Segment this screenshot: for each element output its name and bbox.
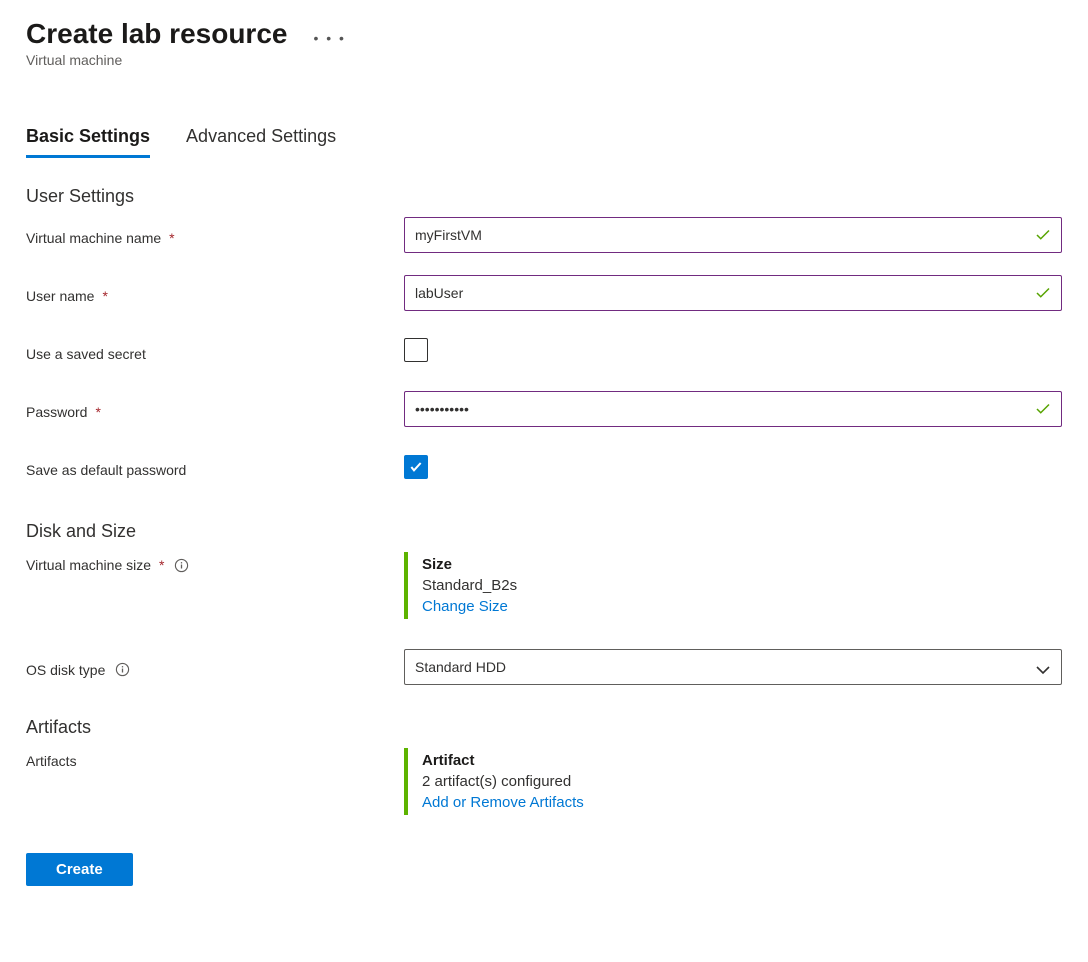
tabs: Basic Settings Advanced Settings	[26, 126, 1062, 158]
save-default-password-checkbox[interactable]	[404, 455, 428, 479]
os-disk-type-select[interactable]: Standard HDD	[404, 649, 1062, 685]
checkmark-icon	[1034, 400, 1052, 418]
vm-name-label: Virtual machine name*	[26, 225, 404, 246]
required-indicator: *	[169, 230, 174, 246]
checkmark-icon	[1034, 284, 1052, 302]
user-name-label: User name*	[26, 283, 404, 304]
more-button[interactable]: • • •	[313, 31, 345, 49]
tab-advanced-settings[interactable]: Advanced Settings	[186, 126, 336, 158]
info-icon[interactable]	[174, 558, 189, 573]
required-indicator: *	[102, 288, 107, 304]
required-indicator: *	[95, 404, 100, 420]
add-remove-artifacts-link[interactable]: Add or Remove Artifacts	[422, 794, 1062, 811]
vm-size-value: Standard_B2s	[422, 577, 1062, 594]
password-input[interactable]	[404, 391, 1062, 427]
page-subtitle: Virtual machine	[26, 52, 1062, 68]
artifacts-block: Artifact 2 artifact(s) configured Add or…	[404, 748, 1062, 815]
artifacts-label: Artifacts	[26, 748, 404, 769]
required-indicator: *	[159, 557, 164, 573]
change-size-link[interactable]: Change Size	[422, 598, 1062, 615]
password-label: Password*	[26, 399, 404, 420]
vm-size-label: Virtual machine size*	[26, 552, 404, 573]
saved-secret-label: Use a saved secret	[26, 341, 404, 362]
checkmark-icon	[1034, 226, 1052, 244]
user-name-input[interactable]	[404, 275, 1062, 311]
create-button[interactable]: Create	[26, 853, 133, 886]
section-disk-and-size: Disk and Size	[26, 521, 1062, 542]
artifacts-title: Artifact	[422, 752, 1062, 769]
vm-name-input[interactable]	[404, 217, 1062, 253]
artifacts-value: 2 artifact(s) configured	[422, 773, 1062, 790]
info-icon[interactable]	[115, 662, 130, 677]
section-user-settings: User Settings	[26, 186, 1062, 207]
tab-basic-settings[interactable]: Basic Settings	[26, 126, 150, 158]
page-title: Create lab resource	[26, 18, 287, 50]
vm-size-title: Size	[422, 556, 1062, 573]
os-disk-type-label: OS disk type	[26, 657, 404, 678]
save-default-password-label: Save as default password	[26, 457, 404, 478]
vm-size-block: Size Standard_B2s Change Size	[404, 552, 1062, 619]
section-artifacts: Artifacts	[26, 717, 1062, 738]
saved-secret-checkbox[interactable]	[404, 338, 428, 362]
